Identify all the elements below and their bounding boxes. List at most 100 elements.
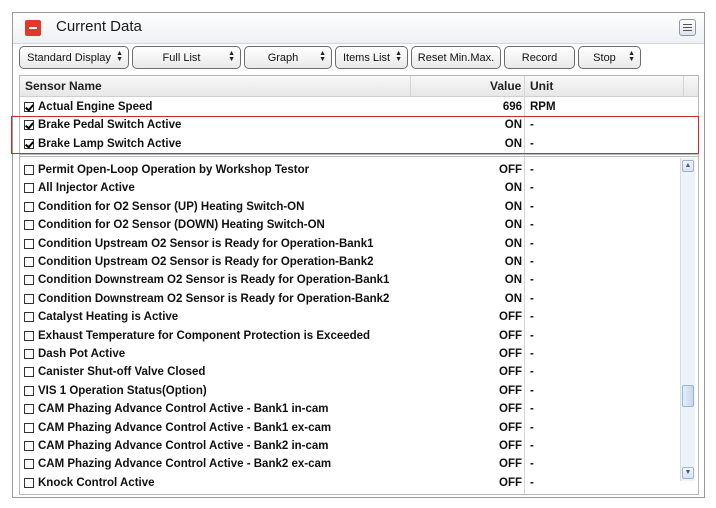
- checkbox-icon[interactable]: [24, 275, 34, 286]
- sensor-unit: -: [530, 348, 534, 360]
- checkbox-checked-icon[interactable]: [24, 102, 34, 112]
- table-row[interactable]: Condition for O2 Sensor (DOWN) Heating S…: [20, 217, 698, 235]
- sensor-name: Actual Engine Speed: [38, 101, 153, 113]
- sensor-name: Permit Open-Loop Operation by Workshop T…: [38, 164, 310, 176]
- table-row[interactable]: Knock Control Active OFF -: [20, 475, 698, 493]
- sensor-value: OFF: [499, 348, 522, 360]
- record-button[interactable]: Record: [504, 46, 575, 69]
- checkbox-icon[interactable]: [24, 257, 34, 267]
- table-row[interactable]: Condition Downstream O2 Sensor is Ready …: [20, 272, 698, 290]
- sensor-name: CAM Phazing Advance Control Active - Ban…: [38, 421, 332, 434]
- table-row[interactable]: Exhaust Temperature for Component Protec…: [20, 328, 698, 346]
- sensor-name: Condition for O2 Sensor (UP) Heating Swi…: [38, 200, 305, 213]
- sensor-unit: -: [530, 476, 534, 489]
- sensor-name: Condition Downstream O2 Sensor is Ready …: [38, 292, 390, 305]
- table-row[interactable]: Canister Shut-off Valve Closed OFF -: [20, 364, 698, 382]
- sensor-value: OFF: [499, 421, 522, 434]
- sensor-unit: -: [530, 458, 534, 471]
- sensor-name: All Injector Active: [38, 182, 135, 195]
- menu-icon[interactable]: [679, 19, 696, 36]
- sensor-unit: -: [530, 200, 534, 213]
- table-row[interactable]: CAM Phazing Advance Control Active - Ban…: [20, 456, 698, 474]
- sensor-value: ON: [504, 182, 522, 195]
- stop-select[interactable]: Stop ▲ ▼: [578, 46, 641, 69]
- graph-label: Graph: [267, 51, 299, 64]
- vertical-scrollbar[interactable]: ▲ ▼: [680, 158, 695, 481]
- scroll-down-icon[interactable]: ▼: [682, 467, 694, 479]
- table-row[interactable]: Condition Downstream O2 Sensor is Ready …: [20, 291, 698, 309]
- table-row[interactable]: Condition for O2 Sensor (UP) Heating Swi…: [20, 199, 698, 217]
- sensor-value: OFF: [499, 458, 522, 471]
- checkbox-icon[interactable]: [24, 385, 34, 396]
- table-row[interactable]: VIS 1 Operation Status(Option) OFF -: [20, 383, 698, 401]
- table-row[interactable]: CAM Phazing Advance Control Active - Ban…: [20, 420, 698, 438]
- checkbox-icon[interactable]: [24, 367, 34, 378]
- sensor-name: VIS 1 Operation Status(Option): [38, 384, 207, 397]
- checkbox-icon[interactable]: [24, 183, 34, 194]
- table-header: Sensor Name Value Unit: [20, 76, 698, 97]
- header-sensor-name[interactable]: Sensor Name: [25, 79, 102, 93]
- reset-min-max-label: Reset Min.Max.: [417, 51, 495, 64]
- sensor-unit: -: [530, 329, 534, 342]
- sensor-unit: -: [530, 164, 534, 176]
- graph-select[interactable]: Graph ▲ ▼: [244, 46, 332, 69]
- sensor-unit: -: [530, 421, 534, 434]
- table-row[interactable]: Dash Pot Active OFF -: [20, 346, 698, 364]
- table-row[interactable]: Actual Engine Speed 696 RPM: [20, 99, 698, 117]
- checkbox-icon[interactable]: [24, 477, 34, 488]
- sensor-name: Knock Control Active: [38, 476, 155, 489]
- sensor-value: OFF: [499, 311, 522, 324]
- table-row[interactable]: Catalyst Heating is Active OFF -: [20, 309, 698, 327]
- checkbox-icon[interactable]: [24, 441, 34, 451]
- full-list-select[interactable]: Full List ▲ ▼: [132, 46, 241, 69]
- sensor-name: Condition for O2 Sensor (DOWN) Heating S…: [38, 219, 325, 232]
- sensor-unit: -: [530, 274, 534, 287]
- sensor-name: Condition Upstream O2 Sensor is Ready fo…: [38, 237, 374, 250]
- sensor-value: OFF: [499, 164, 522, 176]
- checkbox-icon[interactable]: [24, 201, 34, 212]
- checkbox-icon[interactable]: [24, 238, 34, 249]
- checkbox-icon[interactable]: [24, 330, 34, 341]
- header-unit[interactable]: Unit: [530, 79, 553, 93]
- sensor-unit: -: [530, 237, 534, 250]
- reset-min-max-button[interactable]: Reset Min.Max.: [411, 46, 501, 69]
- checkbox-icon[interactable]: [24, 459, 34, 470]
- sensor-value: ON: [504, 200, 522, 213]
- scroll-thumb[interactable]: [682, 385, 694, 407]
- sensor-unit: -: [530, 440, 534, 452]
- sensor-value: ON: [504, 219, 522, 232]
- sensor-name: Exhaust Temperature for Component Protec…: [38, 329, 371, 342]
- table-row[interactable]: Condition Upstream O2 Sensor is Ready fo…: [20, 236, 698, 254]
- table-row[interactable]: CAM Phazing Advance Control Active - Ban…: [20, 438, 698, 456]
- sensor-value: OFF: [499, 476, 522, 489]
- table-row[interactable]: All Injector Active ON -: [20, 180, 698, 198]
- sensor-unit: -: [530, 311, 534, 324]
- table-row[interactable]: CAM Phazing Advance Control Active - Ban…: [20, 401, 698, 419]
- sensor-name: Condition Downstream O2 Sensor is Ready …: [38, 274, 390, 287]
- sensor-unit: -: [530, 292, 534, 305]
- table-row[interactable]: Condition Upstream O2 Sensor is Ready fo…: [20, 254, 698, 272]
- collapse-icon[interactable]: [25, 20, 41, 36]
- panel-titlebar: Current Data: [13, 13, 704, 44]
- checkbox-icon[interactable]: [24, 293, 34, 304]
- checkbox-icon[interactable]: [24, 349, 34, 359]
- checkbox-icon[interactable]: [24, 312, 34, 323]
- table-row[interactable]: Permit Open-Loop Operation by Workshop T…: [20, 162, 698, 180]
- sensor-name: CAM Phazing Advance Control Active - Ban…: [38, 458, 332, 471]
- checkbox-icon[interactable]: [24, 220, 34, 231]
- updown-arrow-icon: ▲ ▼: [319, 50, 326, 63]
- checkbox-icon[interactable]: [24, 422, 34, 433]
- sensor-unit: -: [530, 219, 534, 232]
- sensor-name: Condition Upstream O2 Sensor is Ready fo…: [38, 256, 374, 268]
- sensor-unit: -: [530, 384, 534, 397]
- checkbox-icon[interactable]: [24, 165, 34, 175]
- stop-label: Stop: [593, 51, 616, 64]
- updown-arrow-icon: ▲ ▼: [628, 50, 635, 63]
- checkbox-icon[interactable]: [24, 404, 34, 415]
- header-value[interactable]: Value: [490, 79, 521, 93]
- sensor-name: CAM Phazing Advance Control Active - Ban…: [38, 440, 329, 452]
- sensor-value: ON: [504, 237, 522, 250]
- scroll-up-icon[interactable]: ▲: [682, 160, 694, 172]
- standard-display-select[interactable]: Standard Display ▲ ▼: [19, 46, 129, 69]
- items-list-select[interactable]: Items List ▲ ▼: [335, 46, 408, 69]
